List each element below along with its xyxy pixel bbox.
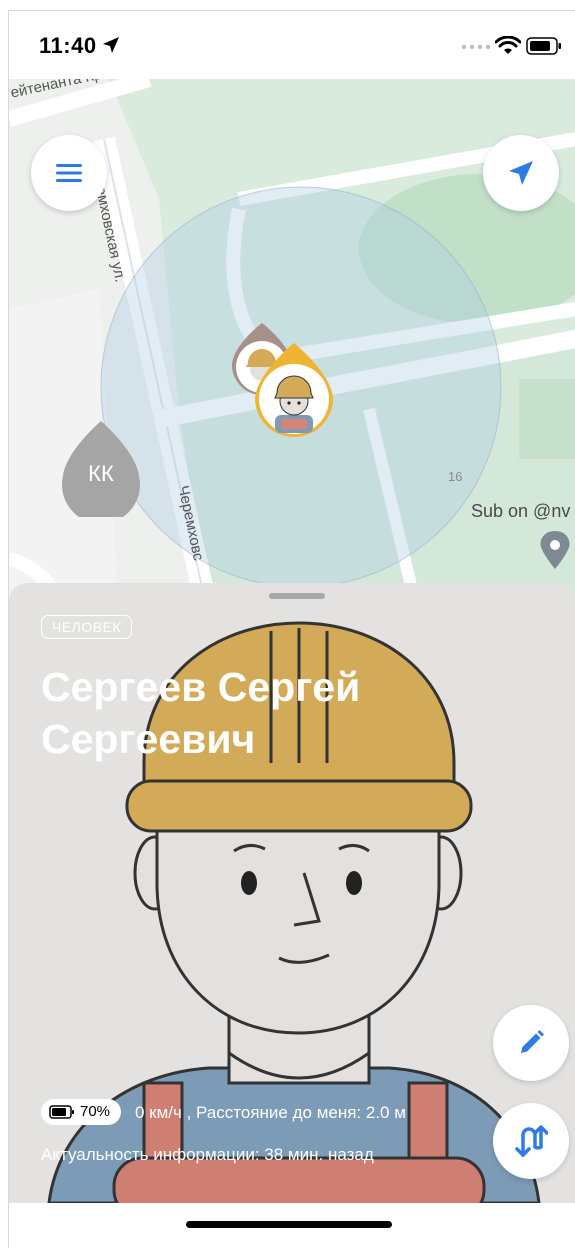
- map-view[interactable]: ейтенанта Кр Черемховская ул. Черемховс …: [9, 79, 575, 619]
- edit-button[interactable]: [493, 1005, 569, 1081]
- battery-status-icon: [526, 37, 561, 55]
- type-badge: ЧЕЛОВЕК: [41, 615, 133, 639]
- speed-distance-text: 0 км/ч , Расстояние до меня: 2.0 м: [135, 1103, 406, 1122]
- map-watermark-label: Sub on @nv: [471, 501, 571, 521]
- my-location-button[interactable]: [483, 135, 559, 211]
- hamburger-menu-icon: [56, 164, 82, 182]
- info-actuality-text: Актуальность информации: 38 мин. назад: [41, 1145, 374, 1164]
- navigation-arrow-icon: [509, 161, 533, 185]
- route-button[interactable]: [493, 1103, 569, 1179]
- route-swap-icon: [515, 1125, 548, 1157]
- cellular-signal-icon: [461, 44, 491, 50]
- status-time: 11:40: [39, 33, 97, 58]
- pencil-icon: [521, 1030, 544, 1053]
- person-name: Сергеев Сергей Сергеевич: [41, 664, 361, 762]
- house-number-16: 16: [448, 469, 463, 484]
- worker-pin-main[interactable]: [253, 343, 335, 439]
- battery-icon: [49, 1105, 74, 1119]
- status-bar: 11:40: [9, 11, 575, 79]
- user-pin-kk[interactable]: КК: [61, 421, 141, 517]
- battery-chip: 70%: [41, 1099, 121, 1125]
- menu-button[interactable]: [31, 135, 107, 211]
- person-card: ЧЕЛОВЕК Сергеев Сергей Сергеевич 70% 0 к…: [9, 583, 575, 1203]
- location-arrow-icon: [103, 37, 119, 53]
- battery-percent: 70%: [80, 1103, 111, 1120]
- pin-initials: КК: [88, 461, 114, 486]
- sheet-drag-handle[interactable]: [269, 593, 325, 599]
- app-screen: 11:40 ейтенанта Кр Черемховская ул. Чере…: [8, 10, 575, 1248]
- home-indicator[interactable]: [186, 1221, 392, 1228]
- wifi-icon: [495, 36, 521, 54]
